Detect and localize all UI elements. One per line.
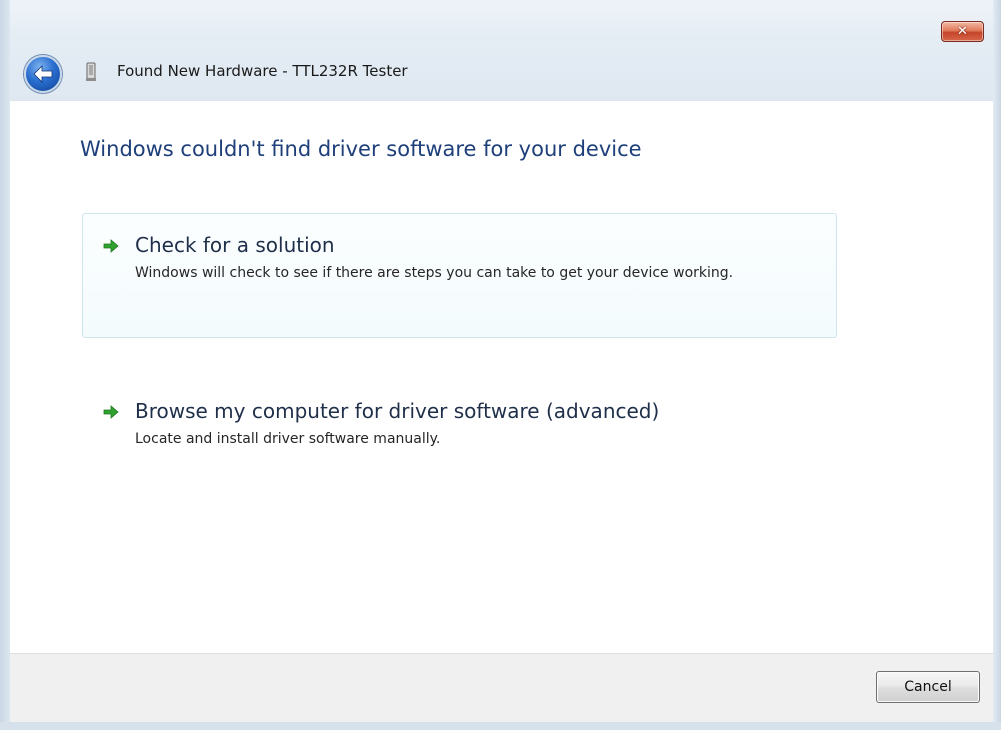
option-description: Locate and install driver software manua…	[135, 431, 441, 447]
window-frame-left	[0, 0, 10, 730]
dialog-footer: Cancel	[10, 653, 993, 722]
option-title: Check for a solution	[135, 233, 335, 257]
page-title: Windows couldn't find driver software fo…	[80, 137, 642, 161]
usb-device-icon	[86, 62, 96, 81]
option-title: Browse my computer for driver software (…	[135, 399, 660, 423]
green-arrow-icon	[103, 239, 119, 253]
content-area: Windows couldn't find driver software fo…	[10, 100, 993, 653]
back-arrow-icon	[33, 65, 53, 83]
found-new-hardware-dialog: ✕ Found New Hardware - TTL232R Tester Wi…	[0, 0, 1001, 730]
option-browse-computer[interactable]: Browse my computer for driver software (…	[82, 379, 837, 459]
title-bar	[0, 0, 1001, 100]
window-title: Found New Hardware - TTL232R Tester	[117, 62, 408, 80]
back-button[interactable]	[24, 55, 62, 93]
green-arrow-icon	[103, 405, 119, 419]
window-frame-bottom	[0, 722, 1001, 730]
cancel-button[interactable]: Cancel	[876, 671, 980, 703]
close-icon: ✕	[957, 24, 968, 39]
option-check-for-solution[interactable]: Check for a solution Windows will check …	[82, 213, 837, 338]
close-button[interactable]: ✕	[941, 21, 984, 42]
window-frame-right	[993, 0, 1001, 730]
option-description: Windows will check to see if there are s…	[135, 265, 734, 281]
